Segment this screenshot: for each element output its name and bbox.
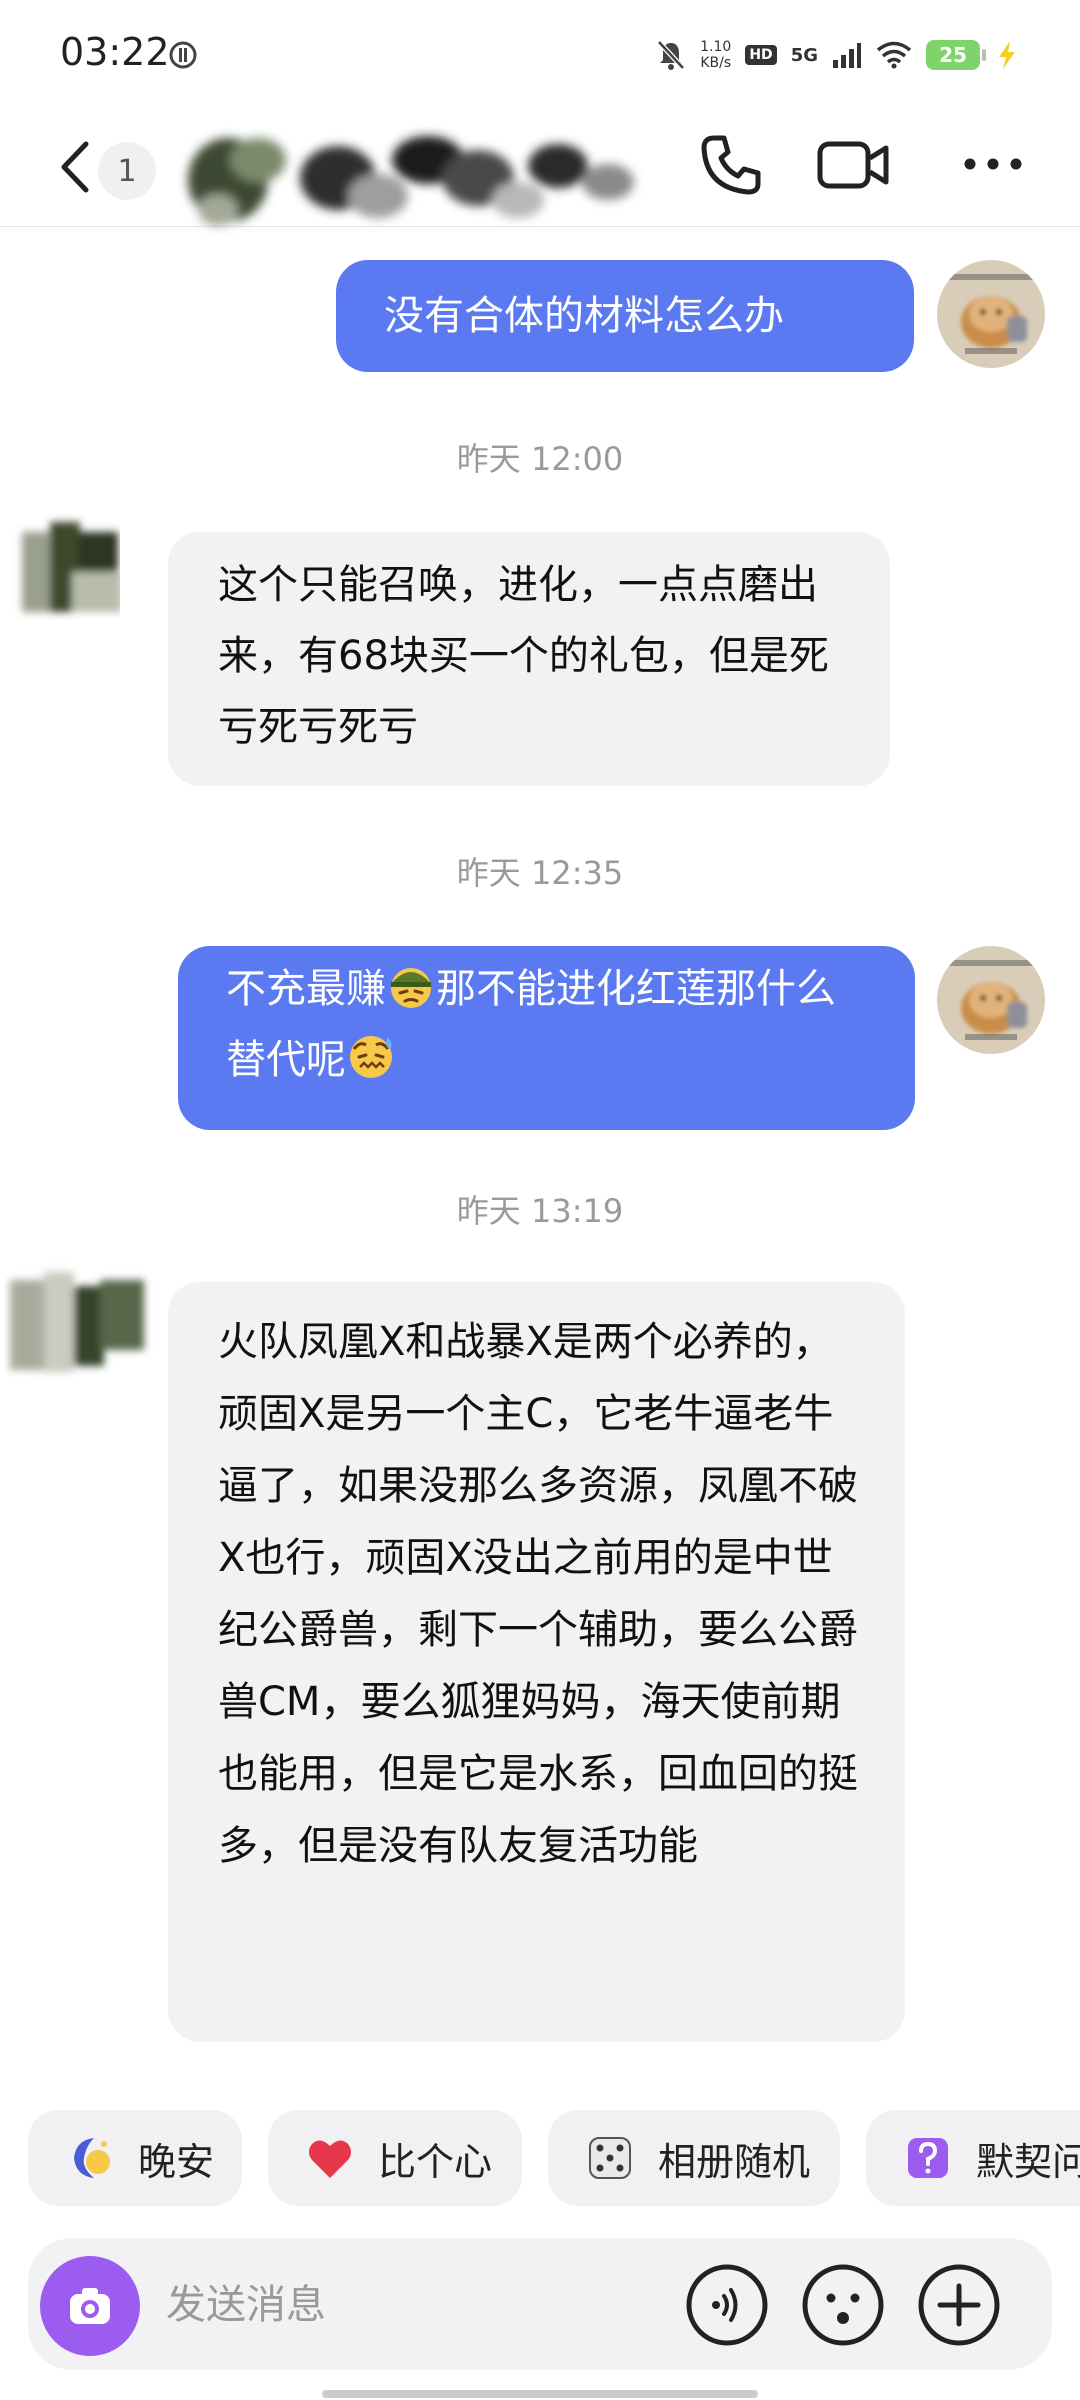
question-icon (908, 2138, 948, 2178)
net-speed-value: 1.10 (700, 39, 732, 55)
message-input[interactable] (164, 2272, 688, 2338)
sweat-emoji-icon (350, 1036, 392, 1078)
home-indicator[interactable] (322, 2390, 758, 2398)
my-message-bubble[interactable]: 不充最赚 那不能进化红莲那什么替代呢 (178, 946, 915, 1130)
quick-action-tacit-quiz[interactable]: 默契问 (866, 2110, 1080, 2206)
quick-action-random-photo[interactable]: 相册随机 (548, 2110, 840, 2206)
quick-action-label: 默契问 (976, 2139, 1080, 2184)
contact-avatar-redacted (10, 1272, 144, 1372)
voice-icon[interactable] (684, 2262, 770, 2348)
timestamp: 昨天 13:19 (456, 1192, 624, 1230)
battery-icon: 25 (926, 40, 986, 70)
status-time: 03:22 (60, 30, 170, 74)
cat-avatar-image (937, 260, 1045, 368)
video-call-icon[interactable] (816, 132, 892, 198)
heart-icon (309, 2140, 351, 2178)
hd-badge: HD (745, 45, 777, 65)
quick-action-label: 比个心 (378, 2139, 493, 2184)
phone-icon[interactable] (696, 130, 766, 200)
bell-off-icon (657, 40, 686, 70)
message-text-part: 不充最赚 (226, 966, 386, 1012)
message-input-bar (28, 2238, 1052, 2370)
sync-icon (169, 41, 197, 69)
back-icon[interactable] (52, 136, 98, 198)
my-avatar[interactable] (937, 260, 1045, 368)
signal-icon (833, 43, 861, 68)
timestamp: 昨天 12:00 (456, 440, 624, 478)
contact-avatar[interactable] (12, 512, 120, 620)
network-type: 5G (790, 44, 818, 66)
camera-button[interactable] (40, 2256, 140, 2356)
my-avatar[interactable] (937, 946, 1045, 1054)
more-icon[interactable] (958, 136, 1028, 192)
quick-action-goodnight[interactable]: 晚安 (28, 2110, 242, 2206)
moon-icon (74, 2138, 110, 2178)
message-text: 没有合体的材料怎么办 (384, 293, 784, 339)
quick-action-label: 相册随机 (658, 2139, 811, 2184)
message-text: 这个只能召唤，进化，一点点磨出来，有68块买一个的礼包，但是死亏死亏死亏 (218, 562, 829, 750)
net-speed-unit: KB/s (700, 55, 732, 71)
contact-avatar[interactable] (4, 1256, 154, 1406)
my-message-bubble[interactable]: 没有合体的材料怎么办 (336, 260, 914, 372)
soldier-emoji-icon (391, 968, 431, 1008)
emoji-icon[interactable] (800, 2262, 886, 2348)
timestamp: 昨天 12:35 (456, 854, 624, 892)
cat-avatar-image (937, 946, 1045, 1054)
quick-actions-row: 晚安 比个心 相册随机 默契问 (0, 2110, 1080, 2206)
contact-avatar-redacted (22, 522, 120, 612)
camera-icon (70, 2288, 110, 2324)
plus-icon[interactable] (916, 2262, 1002, 2348)
contact-name-redacted[interactable] (178, 120, 658, 236)
message-text: 火队凤凰X和战暴X是两个必养的，顽固X是另一个主C，它老牛逼老牛逼了，如果没那么… (218, 1319, 858, 1869)
quick-action-heart[interactable]: 比个心 (268, 2110, 522, 2206)
quick-action-label: 晚安 (138, 2139, 215, 2184)
status-bar: 03:22 1.10 KB/s HD 5G 25 (0, 0, 1080, 110)
contact-message-bubble[interactable]: 这个只能召唤，进化，一点点磨出来，有68块买一个的礼包，但是死亏死亏死亏 (168, 532, 890, 786)
unread-count-badge[interactable]: 1 (98, 142, 156, 200)
chat-header: 1 (0, 110, 1080, 227)
wifi-icon (876, 41, 912, 69)
charging-icon (999, 41, 1015, 69)
dice-icon (589, 2137, 631, 2179)
net-speed: 1.10 KB/s (700, 39, 731, 71)
contact-message-bubble[interactable]: 火队凤凰X和战暴X是两个必养的，顽固X是另一个主C，它老牛逼老牛逼了，如果没那么… (168, 1282, 905, 2042)
